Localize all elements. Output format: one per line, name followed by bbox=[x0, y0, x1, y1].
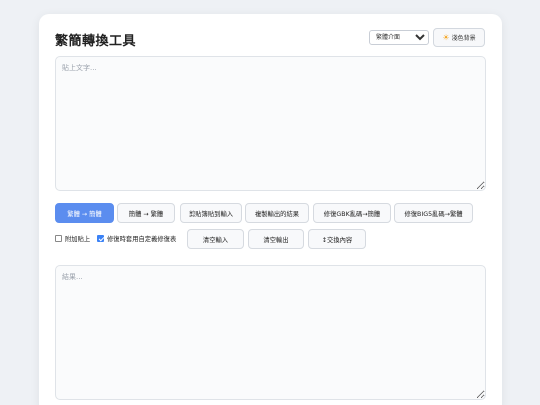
custom-table-label: 修復時套用自定義修復表 bbox=[107, 236, 177, 243]
theme-toggle-button[interactable]: ☀ 淺色背景 bbox=[433, 28, 485, 47]
theme-button-label: 淺色背景 bbox=[451, 35, 476, 42]
output-textarea[interactable] bbox=[55, 265, 486, 400]
clear-input-button[interactable]: 清空輸入 bbox=[187, 229, 244, 249]
append-paste-option[interactable]: 附加貼上 bbox=[55, 234, 90, 243]
sun-icon: ☀ bbox=[442, 32, 450, 42]
main-card: 繁簡轉換工具 繁體介面 ☀ 淺色背景 繁體 → 簡體 簡體 → 繁體 剪貼簿貼到… bbox=[39, 14, 502, 405]
trad-to-simp-button[interactable]: 繁體 → 簡體 bbox=[55, 203, 114, 223]
input-textarea[interactable] bbox=[55, 56, 486, 191]
fix-big5-button[interactable]: 修復BIG5亂碼→繁體 bbox=[394, 203, 473, 223]
append-paste-checkbox[interactable] bbox=[55, 235, 62, 242]
custom-table-option[interactable]: 修復時套用自定義修復表 bbox=[97, 234, 176, 243]
interface-mode-select[interactable]: 繁體介面 bbox=[369, 30, 429, 45]
page-title: 繁簡轉換工具 bbox=[55, 34, 137, 49]
swap-content-button[interactable]: ↕交換內容 bbox=[308, 229, 366, 249]
clear-output-button[interactable]: 清空輸出 bbox=[248, 229, 304, 249]
custom-table-checkbox[interactable] bbox=[97, 235, 104, 242]
fix-gbk-button[interactable]: 修復GBK亂碼→簡體 bbox=[313, 203, 391, 223]
simp-to-trad-button[interactable]: 簡體 → 繁體 bbox=[117, 203, 175, 223]
copy-output-button[interactable]: 複製輸出的結果 bbox=[245, 203, 309, 223]
paste-clipboard-button[interactable]: 剪貼簿貼到輸入 bbox=[180, 203, 242, 223]
append-paste-label: 附加貼上 bbox=[65, 236, 91, 243]
